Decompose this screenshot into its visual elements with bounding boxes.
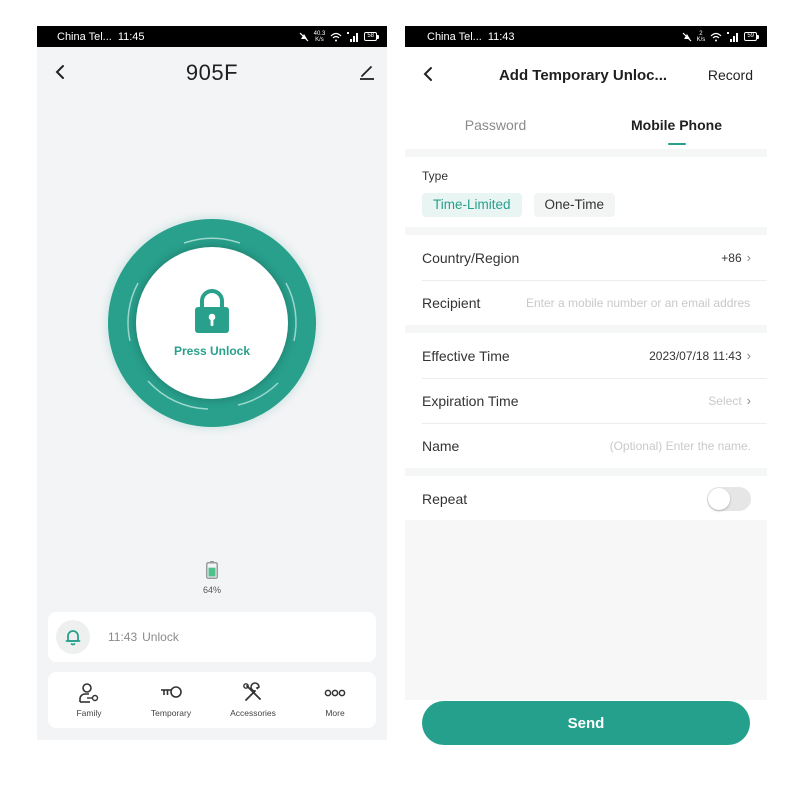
type-label: Type [422, 169, 449, 183]
add-temporary-unlock-screen: China Tel... 11:43 2 K/s 59 Add Temporary… [405, 26, 767, 766]
tools-icon [243, 682, 261, 701]
top-bar: 905F [37, 47, 387, 99]
carrier-name: China Tel... [57, 30, 112, 43]
expiration-time-placeholder: Select [708, 393, 742, 408]
section-divider [405, 149, 767, 157]
chevron-left-icon[interactable] [49, 61, 71, 83]
expiration-time-row[interactable]: Expiration Time Select › [405, 378, 767, 423]
wifi-icon [330, 32, 342, 41]
shortcut-more[interactable]: More [298, 682, 372, 718]
family-key-icon [79, 683, 99, 703]
shortcut-accessories[interactable]: Accessories [216, 682, 290, 718]
tab-mobile-phone[interactable]: Mobile Phone [586, 103, 767, 149]
mute-icon [682, 32, 692, 41]
recent-activity-card[interactable]: 11:43 Unlock [48, 612, 376, 662]
toggle-knob [708, 487, 730, 510]
type-option-time-limited[interactable]: Time-Limited [422, 193, 522, 217]
tab-password[interactable]: Password [405, 103, 586, 149]
press-unlock-label: Press Unlock [173, 344, 251, 358]
shortcut-label: More [325, 708, 345, 718]
battery-percent: 64% [202, 585, 221, 595]
tab-bar: Password Mobile Phone [405, 103, 767, 149]
shortcut-temporary[interactable]: Temporary [134, 682, 208, 718]
effective-time-row[interactable]: Effective Time 2023/07/18 11:43 › [405, 333, 767, 378]
bell-badge [56, 620, 90, 654]
phone-battery-icon: 59 [744, 32, 759, 41]
chevron-left-icon[interactable] [417, 63, 439, 85]
battery-fill [208, 567, 216, 577]
page-title: Add Temporary Unloc... [498, 66, 668, 84]
name-input[interactable] [526, 438, 751, 453]
status-time: 11:43 [487, 30, 515, 43]
name-row: Name [405, 423, 767, 468]
send-button[interactable]: Send [422, 701, 750, 745]
country-region-row[interactable]: Country/Region +86 › [405, 235, 767, 280]
shortcut-family[interactable]: Family [52, 682, 126, 718]
empty-area [405, 520, 767, 700]
network-speed: 40.3 K/s [313, 30, 326, 43]
carrier-name: China Tel... [427, 30, 482, 43]
press-unlock-button[interactable]: Press Unlock [108, 219, 316, 427]
mute-icon [299, 32, 309, 41]
shortcut-label: Accessories [230, 708, 276, 718]
type-option-one-time[interactable]: One-Time [533, 193, 616, 217]
shortcut-label: Temporary [150, 708, 192, 718]
type-section: Type Time-Limited One-Time [405, 157, 767, 227]
recipient-label: Recipient [422, 294, 481, 311]
signal-icon [727, 31, 739, 42]
chevron-right-icon: › [746, 393, 751, 408]
country-region-label: Country/Region [422, 249, 520, 266]
key-icon [161, 686, 182, 698]
recipient-row: Recipient [405, 280, 767, 325]
activity-time: 11:43 [108, 630, 138, 644]
shortcut-bar: Family Temporary Accessories More [48, 672, 376, 728]
record-link[interactable]: Record [708, 67, 753, 83]
repeat-label: Repeat [422, 490, 468, 507]
top-bar: Add Temporary Unloc... Record [405, 47, 767, 103]
status-bar: China Tel... 11:43 2 K/s 59 [405, 26, 767, 47]
battery-icon [206, 561, 218, 579]
recipient-input[interactable] [526, 295, 751, 310]
section-divider [405, 325, 767, 333]
more-dots-icon [324, 689, 346, 697]
effective-time-label: Effective Time [422, 347, 510, 364]
effective-time-value: 2023/07/18 11:43 [649, 348, 742, 363]
bell-icon [65, 630, 81, 646]
chevron-right-icon: › [746, 348, 751, 363]
lock-detail-screen: China Tel... 11:45 40.3 K/s 58 905F Pres… [37, 26, 387, 740]
phone-battery-icon: 58 [364, 32, 379, 41]
lock-battery-indicator: 64% [37, 561, 387, 595]
expiration-time-label: Expiration Time [422, 392, 519, 409]
activity-text: Unlock [142, 630, 179, 644]
country-code-value: +86 [721, 250, 742, 265]
device-title: 905F [185, 60, 239, 85]
network-speed: 2 K/s [696, 30, 706, 43]
padlock-icon [195, 289, 229, 333]
repeat-toggle[interactable] [707, 486, 751, 511]
name-label: Name [422, 437, 460, 454]
status-bar: China Tel... 11:45 40.3 K/s 58 [37, 26, 387, 47]
shortcut-label: Family [76, 708, 102, 718]
repeat-row: Repeat [405, 476, 767, 521]
wifi-icon [710, 32, 722, 41]
section-divider [405, 227, 767, 235]
status-time: 11:45 [117, 30, 145, 43]
signal-icon [347, 31, 359, 42]
chevron-right-icon: › [746, 250, 751, 265]
pencil-icon[interactable] [357, 61, 377, 81]
section-divider [405, 468, 767, 476]
